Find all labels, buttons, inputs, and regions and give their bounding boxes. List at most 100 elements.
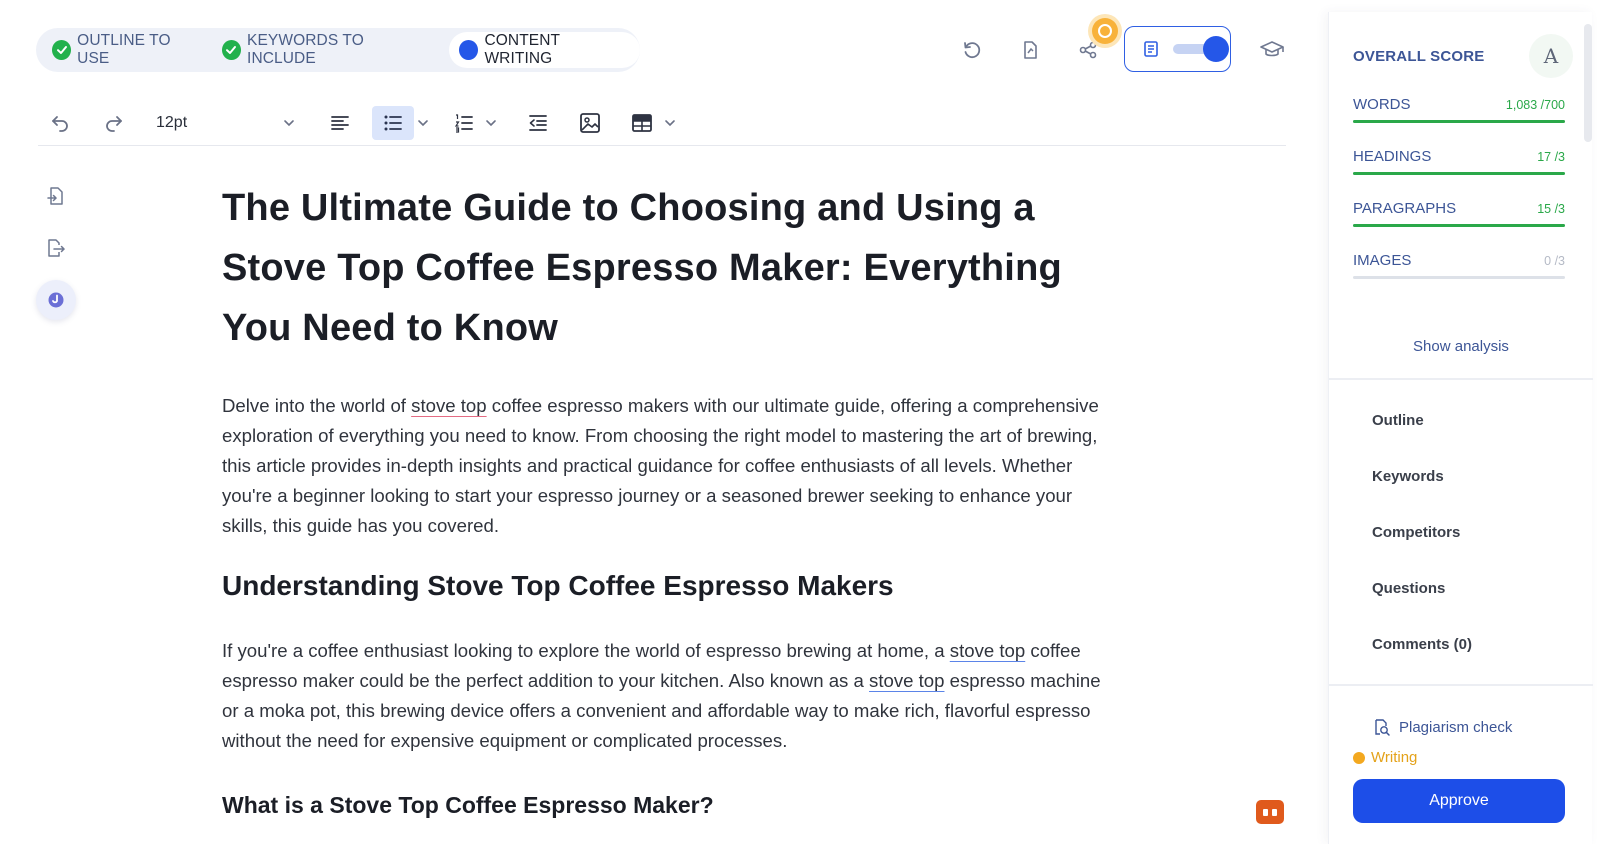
- bullet-list-icon: [384, 115, 402, 130]
- assistant-button[interactable]: [36, 280, 76, 320]
- chat-eye-icon: [1263, 808, 1268, 816]
- active-step-dot-icon: [459, 40, 479, 60]
- numbered-list-button[interactable]: [446, 106, 482, 140]
- export-document-button[interactable]: [1008, 28, 1052, 72]
- metric-images: IMAGES 0 /3: [1353, 252, 1565, 296]
- subsection-heading[interactable]: What is a Stove Top Coffee Espresso Make…: [222, 790, 1112, 820]
- document-icon: [1024, 41, 1037, 59]
- format-toolbar: 12pt: [38, 100, 1286, 146]
- table-options[interactable]: [662, 106, 678, 140]
- chevron-down-icon: [284, 119, 294, 126]
- panel-nav-keywords[interactable]: Keywords: [1372, 468, 1444, 485]
- metric-paragraphs: PARAGRAPHS 15 /3: [1353, 200, 1565, 244]
- check-circle-icon: [221, 40, 242, 60]
- numbered-list-icon: [454, 113, 473, 133]
- metric-words: WORDS 1,083 /700: [1353, 96, 1565, 140]
- redo-icon: [106, 115, 122, 132]
- metric-bar-fill: [1353, 224, 1565, 227]
- metric-bar: [1353, 276, 1565, 279]
- overall-score-label: OVERALL SCORE: [1353, 47, 1485, 65]
- step-label: KEYWORDS TO INCLUDE: [247, 32, 364, 67]
- import-document-button[interactable]: [36, 176, 76, 216]
- section-paragraph[interactable]: If you're a coffee enthusiast looking to…: [222, 636, 1112, 756]
- toggle-switch[interactable]: [1173, 36, 1229, 62]
- assistant-icon: [48, 292, 64, 308]
- metric-bar: [1353, 120, 1565, 123]
- panel-nav-questions[interactable]: Questions: [1372, 580, 1445, 597]
- chat-widget-button[interactable]: [1256, 800, 1284, 824]
- document-editor[interactable]: The Ultimate Guide to Choosing and Using…: [222, 178, 1112, 820]
- step-outline[interactable]: OUTLINE TO USE: [52, 32, 202, 68]
- history-icon: [964, 42, 981, 59]
- toggle-knob: [1203, 36, 1229, 62]
- export-file-button[interactable]: [36, 228, 76, 268]
- metric-bar: [1353, 224, 1565, 227]
- bullet-list-button[interactable]: [372, 105, 414, 140]
- book-icon: [1144, 41, 1158, 57]
- workflow-steps: OUTLINE TO USE KEYWORDS TO INCLUDE CONTE…: [36, 28, 640, 72]
- panel-nav-competitors[interactable]: Competitors: [1372, 524, 1460, 541]
- text-run: If you're a coffee enthusiast looking to…: [222, 640, 950, 661]
- insert-image-button[interactable]: [570, 106, 610, 140]
- align-left-button[interactable]: [320, 106, 360, 140]
- metric-value: 0 /3: [1544, 254, 1565, 268]
- keyword-highlight[interactable]: stove top: [869, 670, 944, 691]
- step-keywords[interactable]: KEYWORDS TO INCLUDE: [221, 32, 429, 68]
- outdent-button[interactable]: [518, 106, 558, 140]
- chat-eye-icon: [1272, 808, 1277, 816]
- undo-button[interactable]: [38, 106, 82, 140]
- bullet-list-options[interactable]: [414, 106, 432, 140]
- notification-badge-icon[interactable]: [1092, 18, 1118, 44]
- plagiarism-label: Plagiarism check: [1399, 718, 1513, 736]
- align-left-icon: [331, 115, 349, 130]
- top-bar: OUTLINE TO USE KEYWORDS TO INCLUDE CONTE…: [0, 0, 1320, 100]
- left-rail: [36, 176, 76, 332]
- reader-mode-toggle[interactable]: [1124, 26, 1231, 72]
- status-dot-icon: [1353, 751, 1365, 764]
- metric-name: HEADINGS: [1353, 148, 1432, 165]
- metric-name: WORDS: [1353, 96, 1411, 113]
- plagiarism-check-button[interactable]: Plagiarism check: [1371, 717, 1512, 737]
- check-circle-icon: [52, 40, 72, 60]
- panel-divider: [1329, 378, 1593, 380]
- intro-paragraph[interactable]: Delve into the world of stove top coffee…: [222, 391, 1112, 541]
- step-label: CONTENT WRITING: [484, 32, 560, 67]
- metric-value: 17 /3: [1537, 150, 1565, 164]
- approve-button[interactable]: Approve: [1353, 779, 1565, 823]
- score-grade[interactable]: A: [1529, 34, 1573, 78]
- metric-value: 1,083 /700: [1505, 98, 1565, 112]
- document-title[interactable]: The Ultimate Guide to Choosing and Using…: [222, 178, 1112, 358]
- font-size-value: 12pt: [156, 113, 188, 131]
- show-analysis-link[interactable]: Show analysis: [1329, 338, 1593, 355]
- numbered-list-options[interactable]: [482, 106, 500, 140]
- document-status: Writing: [1353, 749, 1417, 766]
- chevron-down-icon: [486, 119, 496, 126]
- panel-nav-outline[interactable]: Outline: [1372, 412, 1424, 429]
- redo-button[interactable]: [92, 106, 136, 140]
- image-icon: [580, 112, 600, 133]
- file-export-icon: [48, 239, 66, 257]
- metric-bar-fill: [1353, 172, 1565, 175]
- score-panel: OVERALL SCORE A WORDS 1,083 /700 HEADING…: [1328, 12, 1593, 844]
- metric-bar: [1353, 172, 1565, 175]
- outdent-icon: [529, 114, 547, 131]
- text-run: Delve into the world of: [222, 395, 412, 416]
- spellcheck-highlight[interactable]: stove top: [411, 395, 486, 416]
- chevron-down-icon: [665, 119, 675, 126]
- panel-scrollbar[interactable]: [1584, 24, 1592, 142]
- metric-name: PARAGRAPHS: [1353, 200, 1457, 217]
- panel-divider: [1329, 684, 1593, 686]
- insert-table-button[interactable]: [622, 106, 662, 140]
- metric-bar-fill: [1353, 120, 1565, 123]
- share-icon: [1079, 41, 1097, 59]
- step-content-writing[interactable]: CONTENT WRITING: [449, 32, 640, 68]
- metric-headings: HEADINGS 17 /3: [1353, 148, 1565, 192]
- metric-name: IMAGES: [1353, 252, 1412, 269]
- section-heading[interactable]: Understanding Stove Top Coffee Espresso …: [222, 569, 1112, 603]
- keyword-highlight[interactable]: stove top: [950, 640, 1025, 661]
- revision-history-button[interactable]: [950, 28, 994, 72]
- panel-nav-comments[interactable]: Comments (0): [1372, 636, 1472, 653]
- step-label: OUTLINE TO USE: [77, 32, 171, 67]
- font-size-select[interactable]: 12pt: [146, 106, 302, 140]
- academy-button[interactable]: [1250, 28, 1294, 72]
